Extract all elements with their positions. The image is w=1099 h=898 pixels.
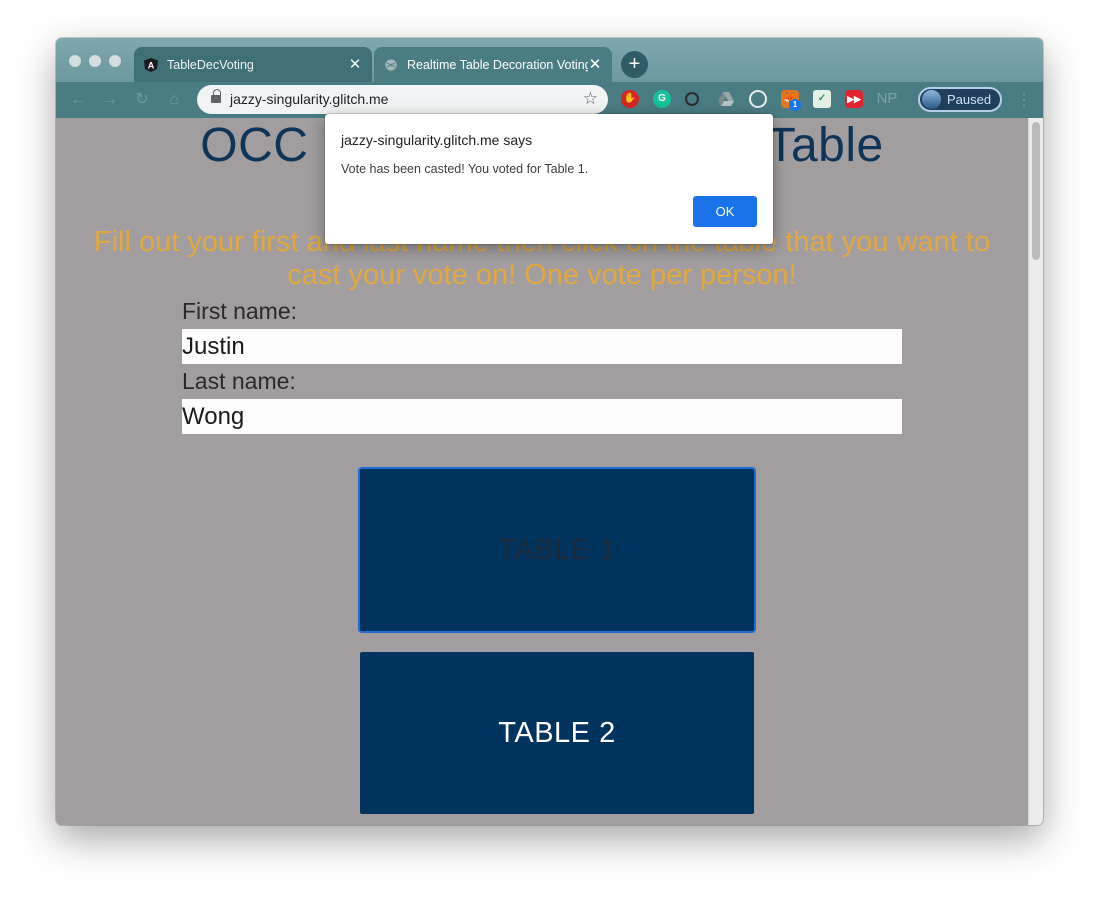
grammarly-icon[interactable]: G: [653, 90, 671, 108]
table-2-label: TABLE 2: [498, 716, 616, 749]
page-title-right: Table: [766, 119, 884, 172]
bookmark-star-icon[interactable]: ☆: [583, 89, 598, 109]
address-bar[interactable]: jazzy-singularity.glitch.me ☆: [197, 85, 608, 114]
ok-button[interactable]: OK: [693, 196, 757, 227]
browser-window: A TableDecVoting ✕ Realtime Table Decora…: [56, 38, 1043, 825]
tab-title: TableDecVoting: [167, 57, 254, 72]
angular-icon: A: [144, 57, 158, 72]
dialog-message: Vote has been casted! You voted for Tabl…: [341, 162, 589, 176]
ublock-icon[interactable]: ✋: [621, 90, 639, 108]
profile-status: Paused: [947, 92, 992, 107]
tab-tabledecvoting[interactable]: A TableDecVoting ✕: [134, 47, 372, 82]
drive-icon[interactable]: [717, 90, 735, 108]
table-1-label: TABLE 1: [498, 533, 616, 566]
dialog-origin: jazzy-singularity.glitch.me says: [341, 132, 533, 148]
mail-check-icon[interactable]: ✓: [813, 90, 831, 108]
new-tab-button[interactable]: +: [621, 51, 648, 78]
last-name-label: Last name:: [182, 368, 296, 394]
circle-icon[interactable]: [685, 92, 699, 106]
np-icon[interactable]: NP: [874, 90, 900, 108]
scrollbar[interactable]: [1028, 118, 1043, 825]
tab-strip: A TableDecVoting ✕ Realtime Table Decora…: [56, 38, 1043, 82]
zoom-window-button[interactable]: [109, 55, 121, 67]
close-window-button[interactable]: [69, 55, 81, 67]
lock-icon: [211, 89, 221, 104]
page-title-left: OCC: [200, 119, 309, 172]
extension-badge: 1: [789, 99, 801, 111]
first-name-label: First name:: [182, 298, 298, 324]
table-1-button[interactable]: TABLE 1: [360, 469, 754, 631]
forward-icon[interactable]: →: [100, 90, 120, 110]
close-icon[interactable]: ✕: [588, 57, 602, 72]
alert-dialog: jazzy-singularity.glitch.me says Vote ha…: [325, 114, 773, 244]
scrollbar-thumb[interactable]: [1032, 122, 1040, 260]
target-icon[interactable]: [749, 90, 767, 108]
menu-icon[interactable]: ⋮: [1016, 90, 1032, 110]
last-name-field[interactable]: Wong: [182, 399, 902, 434]
url-text[interactable]: jazzy-singularity.glitch.me: [230, 91, 388, 107]
youtube-icon[interactable]: ▶▶: [845, 90, 863, 108]
first-name-field[interactable]: Justin: [182, 329, 902, 364]
table-2-button[interactable]: TABLE 2: [360, 652, 754, 814]
svg-text:A: A: [148, 60, 155, 70]
tab-title: Realtime Table Decoration Voting: [407, 57, 588, 72]
toolbar: ← → ↻ ⌂ jazzy-singularity.glitch.me ☆ ✋ …: [56, 82, 1043, 118]
globe-icon: [384, 58, 398, 72]
avatar: [922, 90, 941, 109]
reload-icon[interactable]: ↻: [132, 90, 152, 110]
tab-realtime-voting[interactable]: Realtime Table Decoration Voting ✕: [374, 47, 612, 82]
minimize-window-button[interactable]: [89, 55, 101, 67]
profile-button[interactable]: Paused: [918, 87, 1002, 112]
close-icon[interactable]: ✕: [348, 57, 362, 72]
back-icon[interactable]: ←: [68, 90, 88, 110]
home-icon[interactable]: ⌂: [164, 90, 184, 110]
